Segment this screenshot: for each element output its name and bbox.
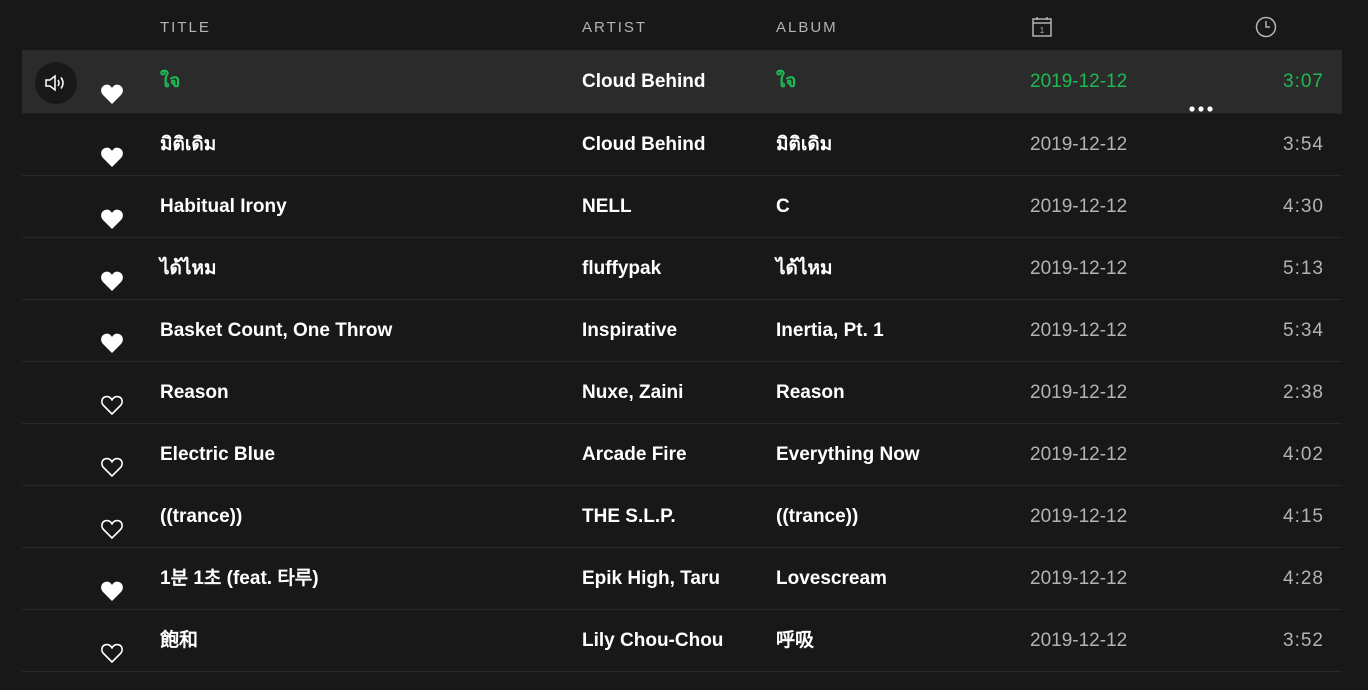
track-artist[interactable]: Epik High, Taru <box>582 548 720 610</box>
heart-filled-icon[interactable] <box>100 194 124 229</box>
track-date-added: 2019-12-12 <box>1030 320 1128 341</box>
track-title[interactable]: Reason <box>160 362 229 424</box>
track-row[interactable]: ((trance)) THE S.L.P. ((trance)) 2019-12-12… <box>22 486 1342 548</box>
track-album[interactable]: 呼吸 <box>776 610 814 672</box>
track-duration: 5:34 <box>1283 320 1324 341</box>
heart-outline-icon[interactable] <box>100 380 124 416</box>
track-title[interactable]: 1분 1초 (feat. 타루) <box>160 548 319 610</box>
track-title[interactable]: ((trance)) <box>160 486 242 548</box>
track-duration: 5:13 <box>1283 258 1324 279</box>
track-rows: ใจ Cloud Behind ใจ 2019-12-12 3:07 มิติเดิม Cl… <box>22 51 1342 672</box>
track-date-added: 2019-12-12 <box>1030 506 1128 527</box>
track-album[interactable]: ((trance)) <box>776 486 858 548</box>
track-artist[interactable]: Inspirative <box>582 300 677 362</box>
track-row[interactable]: Basket Count, One Throw Inspirative Inerti… <box>22 300 1342 362</box>
heart-filled-icon[interactable] <box>100 132 124 167</box>
track-title[interactable]: Basket Count, One Throw <box>160 300 392 362</box>
track-duration: 4:30 <box>1283 196 1324 217</box>
tracklist-header: TITLE ARTIST ALBUM 1 <box>22 0 1342 51</box>
track-artist[interactable]: Arcade Fire <box>582 424 687 486</box>
tracklist: TITLE ARTIST ALBUM 1 ใจ Cloud Behind ใจ 201… <box>22 0 1342 672</box>
heart-outline-icon[interactable] <box>100 442 124 478</box>
column-header-album[interactable]: ALBUM <box>776 19 838 36</box>
heart-outline-icon[interactable] <box>100 628 124 664</box>
svg-text:1: 1 <box>1040 26 1045 35</box>
track-title[interactable]: Habitual Irony <box>160 176 287 238</box>
track-title[interactable]: ใจ <box>160 51 180 113</box>
track-duration: 3:07 <box>1283 71 1324 92</box>
track-duration: 3:54 <box>1283 134 1324 155</box>
track-album[interactable]: Lovescream <box>776 548 887 610</box>
track-title[interactable]: ได้ไหม <box>160 238 217 300</box>
clock-icon[interactable] <box>1255 16 1277 43</box>
track-date-added: 2019-12-12 <box>1030 134 1128 155</box>
track-date-added: 2019-12-12 <box>1030 258 1128 279</box>
track-date-added: 2019-12-12 <box>1030 196 1128 217</box>
track-row[interactable]: 1분 1초 (feat. 타루) Epik High, Taru Lovescrea… <box>22 548 1342 610</box>
track-row-playing[interactable]: ใจ Cloud Behind ใจ 2019-12-12 3:07 <box>22 51 1342 114</box>
track-album[interactable]: Inertia, Pt. 1 <box>776 300 884 362</box>
track-title[interactable]: 飽和 <box>160 610 198 672</box>
track-title[interactable]: มิติเดิม <box>160 114 216 176</box>
heart-filled-icon[interactable] <box>100 256 124 291</box>
track-album[interactable]: Everything Now <box>776 424 920 486</box>
track-title[interactable]: Electric Blue <box>160 424 275 486</box>
track-duration: 2:38 <box>1283 382 1324 403</box>
track-artist[interactable]: Lily Chou-Chou <box>582 610 723 672</box>
heart-filled-icon[interactable] <box>100 69 124 104</box>
track-artist[interactable]: THE S.L.P. <box>582 486 676 548</box>
track-row[interactable]: ได้ไหม fluffypak ได้ไหม 2019-12-12 5:13 <box>22 238 1342 300</box>
column-header-title[interactable]: TITLE <box>160 19 211 36</box>
track-row[interactable]: 飽和 Lily Chou-Chou 呼吸 2019-12-12 3:52 <box>22 610 1342 672</box>
track-date-added: 2019-12-12 <box>1030 444 1128 465</box>
track-artist[interactable]: NELL <box>582 176 632 238</box>
track-date-added: 2019-12-12 <box>1030 630 1128 651</box>
track-row[interactable]: มิติเดิม Cloud Behind มิติเดิม 2019-12-12 3:… <box>22 114 1342 176</box>
track-album[interactable]: Reason <box>776 362 845 424</box>
track-row[interactable]: Electric Blue Arcade Fire Everything Now 20… <box>22 424 1342 486</box>
calendar-icon[interactable]: 1 <box>1031 16 1053 43</box>
heart-filled-icon[interactable] <box>100 566 124 601</box>
track-album[interactable]: ใจ <box>776 51 796 113</box>
track-date-added: 2019-12-12 <box>1030 568 1128 589</box>
heart-filled-icon[interactable] <box>100 318 124 353</box>
heart-outline-icon[interactable] <box>100 504 124 540</box>
track-date-added: 2019-12-12 <box>1030 71 1128 92</box>
track-album[interactable]: ได้ไหม <box>776 238 833 300</box>
track-duration: 3:52 <box>1283 630 1324 651</box>
column-header-artist[interactable]: ARTIST <box>582 19 647 36</box>
track-artist[interactable]: Cloud Behind <box>582 114 705 176</box>
track-duration: 4:28 <box>1283 568 1324 589</box>
track-row[interactable]: Reason Nuxe, Zaini Reason 2019-12-12 2:38 <box>22 362 1342 424</box>
track-duration: 4:02 <box>1283 444 1324 465</box>
track-artist[interactable]: Nuxe, Zaini <box>582 362 683 424</box>
track-album[interactable]: C <box>776 176 790 238</box>
track-date-added: 2019-12-12 <box>1030 382 1128 403</box>
track-row[interactable]: Habitual Irony NELL C 2019-12-12 4:30 <box>22 176 1342 238</box>
track-duration: 4:15 <box>1283 506 1324 527</box>
track-artist[interactable]: Cloud Behind <box>582 51 705 113</box>
track-artist[interactable]: fluffypak <box>582 238 661 300</box>
track-album[interactable]: มิติเดิม <box>776 114 832 176</box>
speaker-icon[interactable] <box>35 62 77 104</box>
